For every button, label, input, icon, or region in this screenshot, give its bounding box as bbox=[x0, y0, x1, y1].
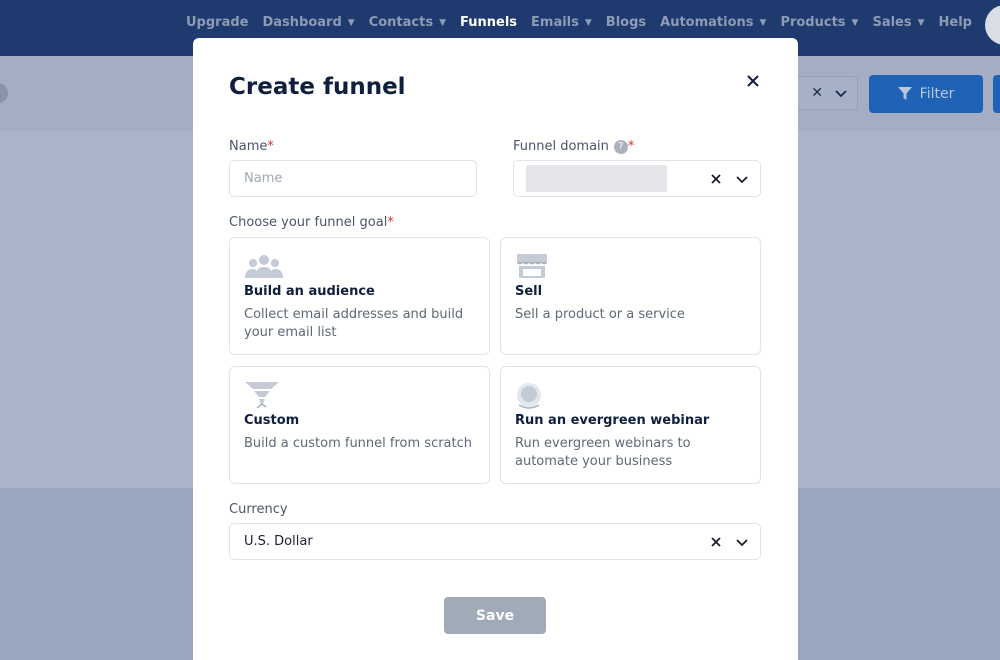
nav-item-label: Emails bbox=[531, 15, 579, 30]
goal-card-title: Build an audience bbox=[244, 284, 375, 299]
avatar[interactable] bbox=[985, 5, 1000, 45]
nav-item-automations[interactable]: Automations ▼ bbox=[660, 15, 766, 30]
goal-card-sell[interactable]: Sell Sell a product or a service bbox=[500, 237, 761, 355]
nav-item-sales[interactable]: Sales ▼ bbox=[872, 15, 924, 30]
currency-select[interactable]: U.S. Dollar bbox=[229, 523, 761, 560]
goal-card-description: Collect email addresses and build your e… bbox=[244, 307, 464, 340]
funnel-domain-label-text: Funnel domain bbox=[513, 139, 609, 154]
primary-action-button[interactable] bbox=[993, 75, 1000, 113]
required-mark: * bbox=[387, 215, 394, 230]
nav-item-label: Upgrade bbox=[186, 15, 249, 30]
funnel-domain-value bbox=[526, 165, 667, 192]
funnel-goal-label-text: Choose your funnel goal bbox=[229, 215, 388, 230]
nav-item-label: Dashboard bbox=[262, 15, 342, 30]
audience-icon bbox=[245, 255, 283, 278]
close-icon[interactable] bbox=[745, 73, 761, 89]
goal-card-title: Custom bbox=[244, 413, 300, 428]
goal-card-custom[interactable]: Custom Build a custom funnel from scratc… bbox=[229, 366, 490, 484]
chevron-down-icon: ▼ bbox=[851, 17, 859, 28]
chevron-down-icon[interactable] bbox=[736, 173, 748, 185]
name-field[interactable] bbox=[229, 160, 477, 197]
currency-label: Currency bbox=[229, 502, 288, 517]
nav-item-label: Blogs bbox=[605, 15, 647, 30]
nav-item-blogs[interactable]: Blogs bbox=[606, 15, 646, 30]
chevron-down-icon bbox=[835, 90, 847, 98]
goal-card-title: Run an evergreen webinar bbox=[515, 413, 710, 428]
name-label-text: Name bbox=[229, 139, 268, 154]
nav-item-emails[interactable]: Emails ▼ bbox=[531, 15, 592, 30]
chevron-down-icon: ▼ bbox=[347, 17, 355, 28]
nav-item-label: Funnels bbox=[460, 15, 518, 30]
goal-card-evergreen-webinar[interactable]: Run an evergreen webinar Run evergreen w… bbox=[500, 366, 761, 484]
nav-item-label: Sales bbox=[872, 15, 912, 30]
nav-item-label: Automations bbox=[660, 15, 754, 30]
background-select[interactable]: ✕ bbox=[790, 76, 858, 110]
goal-card-build-audience[interactable]: Build an audience Collect email addresse… bbox=[229, 237, 490, 355]
funnel-domain-select[interactable] bbox=[513, 160, 761, 197]
modal-title: Create funnel bbox=[229, 74, 406, 100]
chevron-down-icon: ▼ bbox=[917, 17, 925, 28]
webinar-icon bbox=[517, 383, 541, 409]
required-mark: * bbox=[267, 139, 274, 154]
chevron-down-icon: ▼ bbox=[439, 17, 446, 28]
currency-value: U.S. Dollar bbox=[244, 534, 313, 549]
nav-item-contacts[interactable]: Contacts ▼ bbox=[369, 15, 446, 30]
goal-card-description: Build a custom funnel from scratch bbox=[244, 436, 473, 451]
create-funnel-modal: Create funnel Name* Funnel domain?* Choo… bbox=[193, 38, 798, 660]
name-label: Name* bbox=[229, 139, 274, 154]
clear-icon[interactable] bbox=[710, 173, 722, 185]
nav-item-upgrade[interactable]: Upgrade bbox=[186, 15, 248, 30]
nav-item-products[interactable]: Products ▼ bbox=[780, 15, 858, 30]
nav-item-label: Contacts bbox=[368, 15, 434, 30]
funnel-domain-label: Funnel domain? * bbox=[513, 139, 634, 154]
clear-icon[interactable]: ✕ bbox=[811, 85, 823, 101]
filter-button-label: Filter bbox=[919, 86, 955, 102]
chevron-down-icon: ▼ bbox=[759, 17, 767, 28]
funnel-icon bbox=[245, 382, 279, 409]
nav-item-help[interactable]: Help bbox=[939, 15, 972, 30]
store-icon bbox=[517, 254, 547, 278]
nav-item-funnels[interactable]: Funnels bbox=[460, 15, 517, 30]
clear-icon[interactable] bbox=[710, 536, 722, 548]
filter-icon bbox=[897, 87, 912, 100]
nav-item-label: Help bbox=[938, 15, 972, 30]
funnel-goal-label: Choose your funnel goal* bbox=[229, 215, 394, 230]
nav-item-dashboard[interactable]: Dashboard ▼ bbox=[262, 15, 354, 30]
chevron-down-icon: ▼ bbox=[584, 17, 592, 28]
goal-card-title: Sell bbox=[515, 284, 543, 299]
help-icon[interactable]: ? bbox=[613, 139, 628, 154]
goal-card-description: Sell a product or a service bbox=[515, 307, 685, 322]
filter-button[interactable]: Filter bbox=[869, 75, 983, 113]
chevron-down-icon[interactable] bbox=[736, 536, 748, 548]
required-mark: * bbox=[627, 139, 635, 154]
goal-card-description: Run evergreen webinars to automate your … bbox=[515, 436, 691, 469]
save-button[interactable]: Save bbox=[444, 597, 546, 634]
nav-item-label: Products bbox=[780, 15, 846, 30]
name-input[interactable] bbox=[244, 171, 462, 186]
nav-menu: Upgrade Dashboard ▼ Contacts ▼ Funnels Ema… bbox=[172, 15, 972, 30]
